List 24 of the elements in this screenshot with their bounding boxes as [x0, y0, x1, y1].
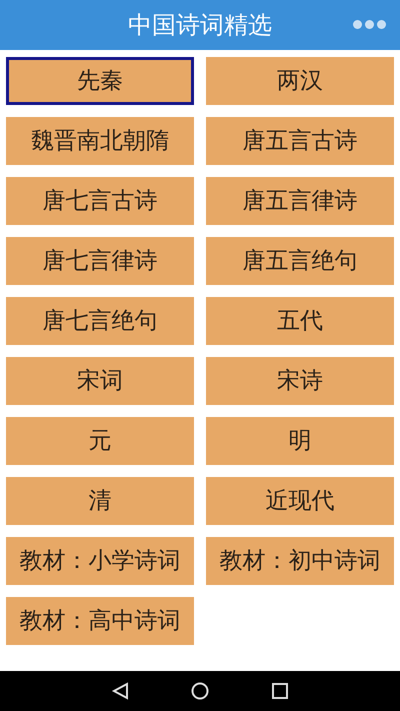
category-button[interactable]: 教材：初中诗词: [206, 537, 394, 585]
category-button[interactable]: 唐五言古诗: [206, 117, 394, 165]
category-button[interactable]: 明: [206, 417, 394, 465]
category-button[interactable]: 清: [6, 477, 194, 525]
category-button[interactable]: 唐七言古诗: [6, 177, 194, 225]
category-button[interactable]: 唐五言绝句: [206, 237, 394, 285]
category-button[interactable]: 唐五言律诗: [206, 177, 394, 225]
home-icon[interactable]: [191, 682, 209, 700]
category-button[interactable]: 先秦: [6, 57, 194, 105]
category-button[interactable]: 唐七言律诗: [6, 237, 194, 285]
category-button[interactable]: 教材：高中诗词: [6, 597, 194, 645]
category-button[interactable]: 教材：小学诗词: [6, 537, 194, 585]
category-button[interactable]: 魏晋南北朝隋: [6, 117, 194, 165]
back-icon[interactable]: [111, 682, 129, 700]
category-button[interactable]: 宋词: [6, 357, 194, 405]
category-button[interactable]: 元: [6, 417, 194, 465]
app-title: 中国诗词精选: [128, 10, 272, 41]
category-button[interactable]: 近现代: [206, 477, 394, 525]
category-button[interactable]: 两汉: [206, 57, 394, 105]
category-button[interactable]: 唐七言绝句: [6, 297, 194, 345]
more-menu-icon[interactable]: [353, 20, 386, 29]
category-button[interactable]: 五代: [206, 297, 394, 345]
category-button[interactable]: 宋诗: [206, 357, 394, 405]
recent-apps-icon[interactable]: [271, 682, 289, 700]
